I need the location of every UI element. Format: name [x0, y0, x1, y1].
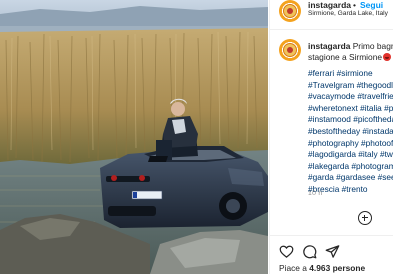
hashtag-list: #ferrari #sirmione #Travelgram #thegoodl… — [308, 68, 393, 196]
caption-text-2: stagione a Sirmione — [308, 52, 383, 62]
post-actions — [279, 244, 389, 260]
hashtag-line[interactable]: #vacaymode #travelfrie — [308, 91, 393, 103]
hashtag-line[interactable]: #ferrari #sirmione — [308, 68, 393, 80]
instagarda-logo-icon[interactable] — [279, 0, 301, 22]
laughing-emoji-icon — [383, 53, 392, 61]
post-photo[interactable] — [0, 0, 268, 274]
hashtag-line[interactable]: #bestoftheday #instadai — [308, 126, 393, 138]
hashtag-line[interactable]: #Travelgram #thegoodlif — [308, 80, 393, 92]
hashtag-line[interactable]: #instamood #picoftheda — [308, 114, 393, 126]
actions-divider — [270, 235, 393, 236]
caption-username[interactable]: instagarda — [308, 41, 350, 51]
header-separator: • — [353, 0, 356, 10]
follow-button[interactable]: Segui — [360, 0, 383, 10]
post-timestamp: 10 h — [308, 190, 323, 197]
header-divider — [270, 29, 393, 30]
caption-line-2: stagione a Sirmione — [308, 52, 392, 62]
hashtag-line[interactable]: #garda #gardasee #see — [308, 172, 393, 184]
location-link[interactable]: Sirmione, Garda Lake, Italy — [308, 10, 388, 17]
caption-avatar-icon[interactable] — [279, 39, 301, 61]
comment-bubble-icon[interactable] — [302, 244, 317, 259]
likes-number: 4.963 — [309, 263, 331, 273]
likes-prefix: Piace a — [279, 263, 307, 273]
hashtag-line[interactable]: #wheretonext #italia #ph — [308, 103, 393, 115]
caption-line-1: instagarda Primo bagne — [308, 41, 393, 51]
hashtag-line[interactable]: #photography #photoof — [308, 138, 393, 150]
post-details-panel: instagarda • Segui Sirmione, Garda Lake,… — [269, 0, 393, 274]
hashtag-line[interactable]: #lakegarda #photogram — [308, 161, 393, 173]
hashtag-line[interactable]: #lagodigarda #italy #twe — [308, 149, 393, 161]
heart-icon[interactable] — [279, 244, 294, 259]
caption-text-1: Primo bagne — [352, 41, 393, 51]
likes-count[interactable]: Piace a 4.963 persone — [279, 263, 365, 273]
post-header: instagarda • Segui Sirmione, Garda Lake,… — [270, 0, 393, 30]
paper-plane-icon[interactable] — [325, 244, 340, 259]
plus-circle-icon[interactable] — [358, 211, 372, 225]
ferrari-in-lake-image — [0, 0, 268, 274]
header-username[interactable]: instagarda — [308, 0, 351, 10]
likes-suffix: persone — [332, 263, 366, 273]
